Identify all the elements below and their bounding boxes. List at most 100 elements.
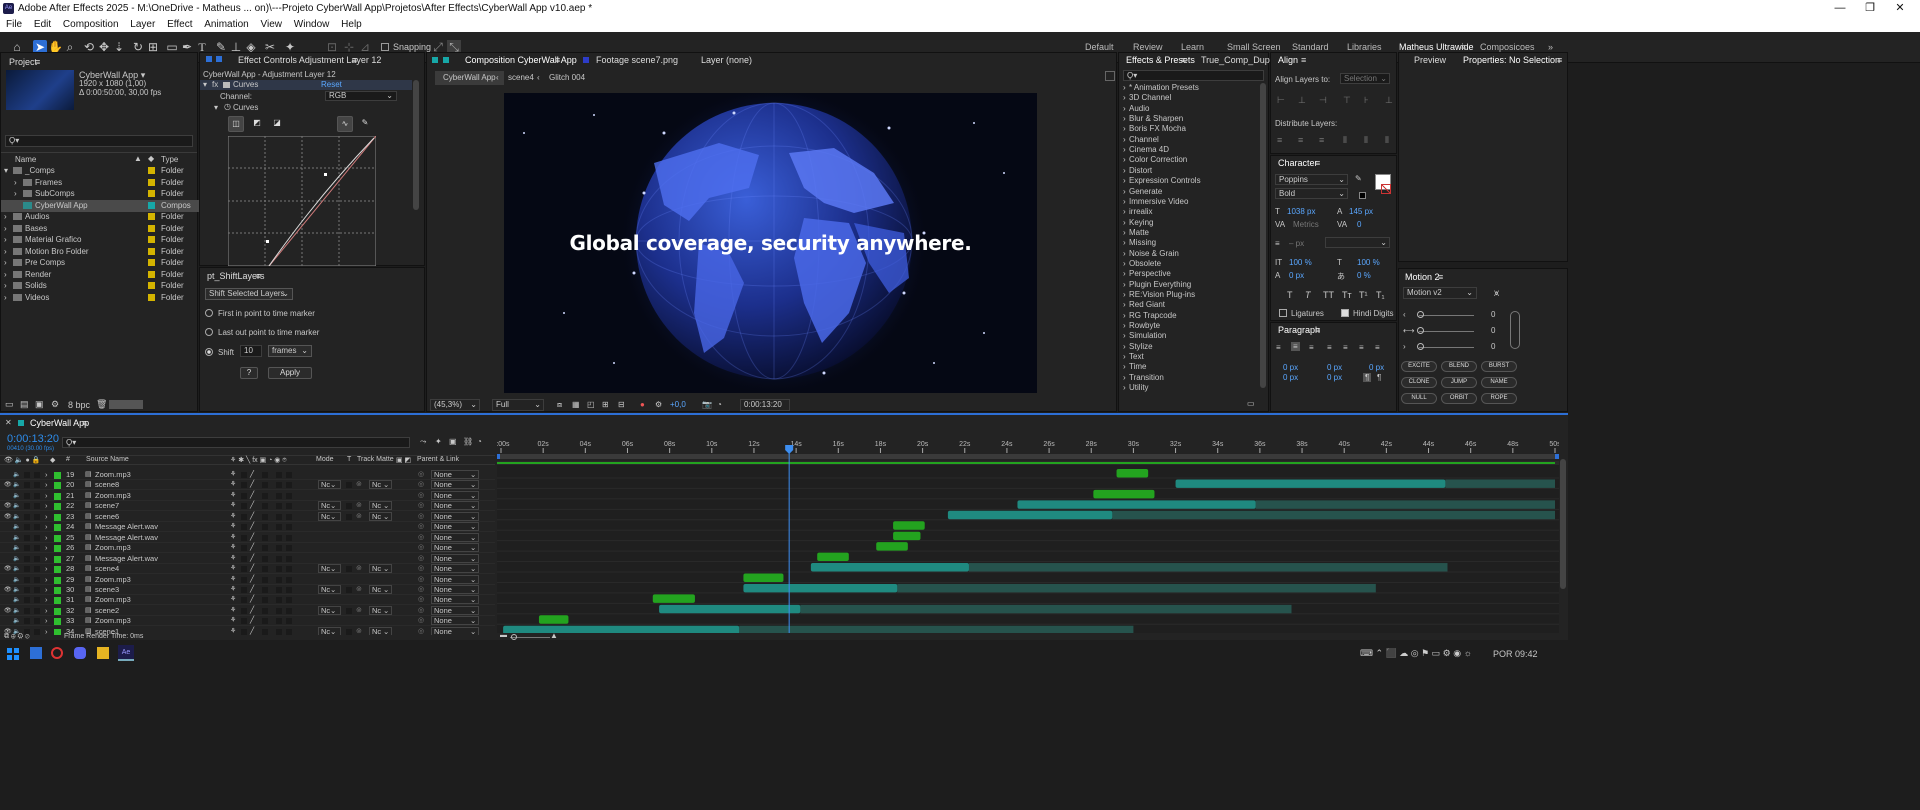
audio-speaker-icon[interactable]: 🔈 [13,512,20,522]
collapse-switch[interactable] [241,607,247,614]
solo-switch[interactable] [24,597,30,604]
collapse-switch[interactable] [241,597,247,604]
preview-tab[interactable]: Preview [1414,53,1446,67]
effect-switch[interactable] [262,607,268,614]
radio-last-out[interactable] [205,328,213,336]
kerning-value[interactable]: Metrics [1293,220,1319,229]
solo-switch[interactable] [24,566,30,573]
effect-category[interactable]: › Matte [1119,228,1259,238]
collapse-switch[interactable] [241,524,247,531]
effect-category[interactable]: › Utility [1119,383,1259,393]
collapse-switch[interactable] [241,513,247,520]
exposure-icon[interactable]: ⚙ [655,400,662,409]
motion-tab[interactable]: Motion 2 [1405,270,1440,284]
layer-bar[interactable] [743,583,898,593]
vertical-scale-value[interactable]: 100 % [1289,258,1312,267]
effect-category[interactable]: › Boris FX Mocha [1119,124,1259,134]
lock-switch[interactable] [34,607,40,614]
label-color-swatch[interactable] [148,201,155,209]
workspace-libraries[interactable]: Libraries [1347,42,1382,52]
align-hcenter-icon[interactable]: ⊥ [1298,95,1306,106]
layer-bar[interactable] [876,542,908,551]
name-button[interactable]: NAME [1481,377,1517,388]
project-item[interactable]: › Render Folder [1,269,199,281]
slider-track-3[interactable] [1419,347,1474,348]
layer-expand-icon[interactable]: › [45,480,48,490]
effect-switch[interactable] [262,545,268,552]
slider-value-2[interactable]: 0 [1491,326,1495,335]
layer-expand-icon[interactable]: › [45,501,48,511]
frame-blend-switch[interactable] [276,503,282,510]
layer-name[interactable]: scene7 [95,501,119,511]
preserve-transparency[interactable] [346,503,352,510]
shy-switch-icon[interactable]: ⚘ [230,554,236,564]
effect-switch[interactable] [262,524,268,531]
layer-bar[interactable] [1093,489,1155,499]
effect-category[interactable]: › Generate [1119,187,1259,197]
slider-handle-2[interactable] [1417,327,1424,334]
shift-mode-select[interactable]: Shift Selected Layers ⌄ [205,288,293,300]
tracking-value[interactable]: 0 [1357,220,1361,229]
project-item[interactable]: › Solids Folder [1,280,199,292]
shy-switch-icon[interactable]: ⚘ [230,543,236,553]
label-color-swatch[interactable] [54,618,61,626]
collapse-switch[interactable] [241,492,247,499]
layer-expand-icon[interactable]: › [45,470,48,480]
motion-blur-switch[interactable] [286,534,292,541]
preserve-transparency[interactable] [346,607,352,614]
layer-bar[interactable] [893,521,925,530]
collapse-switch[interactable] [241,576,247,583]
shift-unit-select[interactable]: frames ⌄ [268,345,312,357]
layer-bar[interactable] [893,531,921,541]
solo-switch[interactable] [24,513,30,520]
frame-blend-switch[interactable] [276,618,282,625]
chevron-right-icon[interactable]: › [4,234,7,246]
layer-name[interactable]: Zoom.mp3 [95,616,131,626]
effect-category[interactable]: › Cinema 4D [1119,145,1259,155]
font-style-select[interactable]: Bold ⌄ [1275,188,1348,199]
label-color-swatch[interactable] [54,492,61,500]
lock-icon[interactable] [206,56,212,62]
layer-expand-icon[interactable]: › [45,595,48,605]
label-color-swatch[interactable] [54,545,61,553]
sort-icon[interactable]: ▲ [134,154,142,163]
motion-blur-switch[interactable] [286,513,292,520]
opera-icon[interactable] [51,647,63,659]
distribute-bottom-icon[interactable]: ≡ [1319,135,1324,145]
motion-blur-switch[interactable] [286,503,292,510]
layer-expand-icon[interactable]: › [45,616,48,626]
effect-category[interactable]: › Keying [1119,218,1259,228]
timeline-close-icon[interactable]: ✕ [5,418,12,427]
label-color-swatch[interactable] [148,190,155,197]
solo-switch[interactable] [24,618,30,625]
faux-italic-button[interactable]: T [1305,290,1311,300]
project-item[interactable]: ▾ _Comps Folder [1,165,199,177]
effect-category[interactable]: › Time [1119,362,1259,372]
curve-preset-3-icon[interactable]: ◪ [269,116,285,132]
label-color-swatch[interactable] [54,607,61,615]
align-left-icon[interactable]: ⊢ [1277,95,1285,106]
effect-switch[interactable] [262,513,268,520]
motion-blur-icon[interactable]: ◔ [477,437,482,446]
tsume-value[interactable]: 0 % [1357,271,1371,280]
snapshot-icon[interactable]: 📷 [702,400,712,409]
shy-switch-icon[interactable]: ⚘ [230,575,236,585]
discord-icon[interactable] [74,647,86,659]
solo-switch[interactable] [24,524,30,531]
language-indicator[interactable]: POR [1493,649,1513,659]
layer-expand-icon[interactable]: › [45,554,48,564]
table-row[interactable]: 🔈 › 24 ▤ Message Alert.wav ⚘ ╱ ◎ None ⌄ [0,522,495,533]
layer-name[interactable]: Zoom.mp3 [95,491,131,501]
stopwatch-icon[interactable]: ◷ [224,102,231,111]
pickwhip-icon[interactable]: ◎ [418,522,424,532]
project-tab[interactable]: Project [9,55,37,69]
layer-bar[interactable] [1116,469,1149,478]
frame-blend-switch[interactable] [276,524,282,531]
ease-out-icon[interactable]: › [1403,342,1406,351]
properties-tab[interactable]: Properties: No Selection [1463,53,1560,67]
shy-switch-icon[interactable]: ⚘ [230,616,236,626]
solo-switch[interactable] [24,545,30,552]
table-row[interactable]: 🔈 › 27 ▤ Message Alert.wav ⚘ ╱ ◎ None ⌄ [0,553,495,564]
layer-name[interactable]: Message Alert.wav [95,533,158,543]
baseline-value[interactable]: 0 px [1289,271,1304,280]
